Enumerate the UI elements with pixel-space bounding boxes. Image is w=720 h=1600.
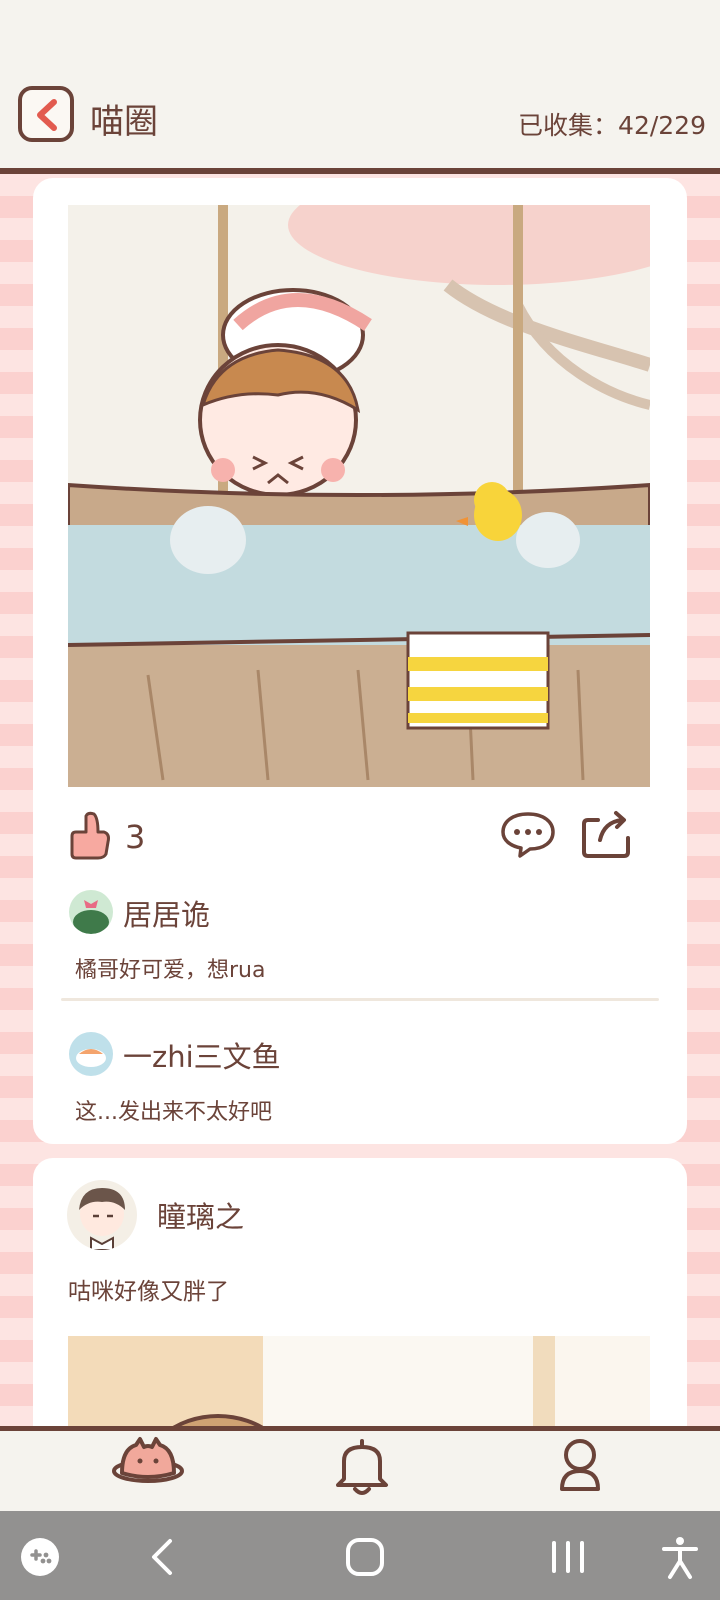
- bell-icon: [336, 1439, 388, 1495]
- system-navigation-bar: [0, 1511, 720, 1600]
- post-image[interactable]: [68, 1336, 650, 1426]
- post-card: 3 居居诡 橘哥好可爱，想rua 一zhi三文鱼 这...发出来不太好吧: [33, 178, 687, 1144]
- comment-text: 橘哥好可爱，想rua: [75, 958, 266, 983]
- avatar[interactable]: [69, 1032, 113, 1076]
- page-title: 喵圈: [90, 102, 158, 142]
- game-launcher-icon[interactable]: [16, 1533, 64, 1581]
- comment-divider: [61, 998, 659, 1001]
- tab-planet[interactable]: [100, 1431, 220, 1511]
- post-actions: 3: [68, 806, 658, 866]
- tab-profile[interactable]: [520, 1431, 640, 1511]
- comment-author: 居居诡: [123, 898, 211, 932]
- nav-recents-icon[interactable]: [544, 1533, 592, 1581]
- post-text: 咕咪好像又胖了: [68, 1279, 229, 1305]
- back-button[interactable]: [18, 86, 74, 142]
- share-icon[interactable]: [580, 808, 632, 864]
- status-bar: [0, 0, 720, 70]
- thumbs-up-icon[interactable]: [68, 810, 112, 864]
- nav-home-icon[interactable]: [341, 1533, 389, 1581]
- avatar[interactable]: [69, 890, 113, 934]
- comment-author: 一zhi三文鱼: [123, 1040, 281, 1074]
- profile-icon: [560, 1439, 600, 1491]
- tab-bar: [0, 1431, 720, 1511]
- header: 喵圈 已收集：42/229: [0, 70, 720, 168]
- chevron-left-icon: [37, 99, 57, 131]
- comment-text: 这...发出来不太好吧: [75, 1100, 272, 1125]
- nav-back-icon[interactable]: [140, 1533, 188, 1581]
- accessibility-icon[interactable]: [656, 1533, 704, 1581]
- comment-icon[interactable]: [500, 810, 556, 862]
- post-image[interactable]: [68, 205, 650, 787]
- tab-notifications[interactable]: [300, 1431, 420, 1511]
- post-card: 瞳璃之 咕咪好像又胖了: [33, 1158, 687, 1426]
- planet-icon: [112, 1437, 184, 1483]
- avatar[interactable]: [67, 1180, 137, 1250]
- like-count: 3: [125, 818, 146, 856]
- feed[interactable]: 3 居居诡 橘哥好可爱，想rua 一zhi三文鱼 这...发出来不太好吧 瞳璃之…: [0, 174, 720, 1426]
- post-author[interactable]: 瞳璃之: [157, 1194, 244, 1236]
- collected-counter: 已收集：42/229: [518, 111, 706, 140]
